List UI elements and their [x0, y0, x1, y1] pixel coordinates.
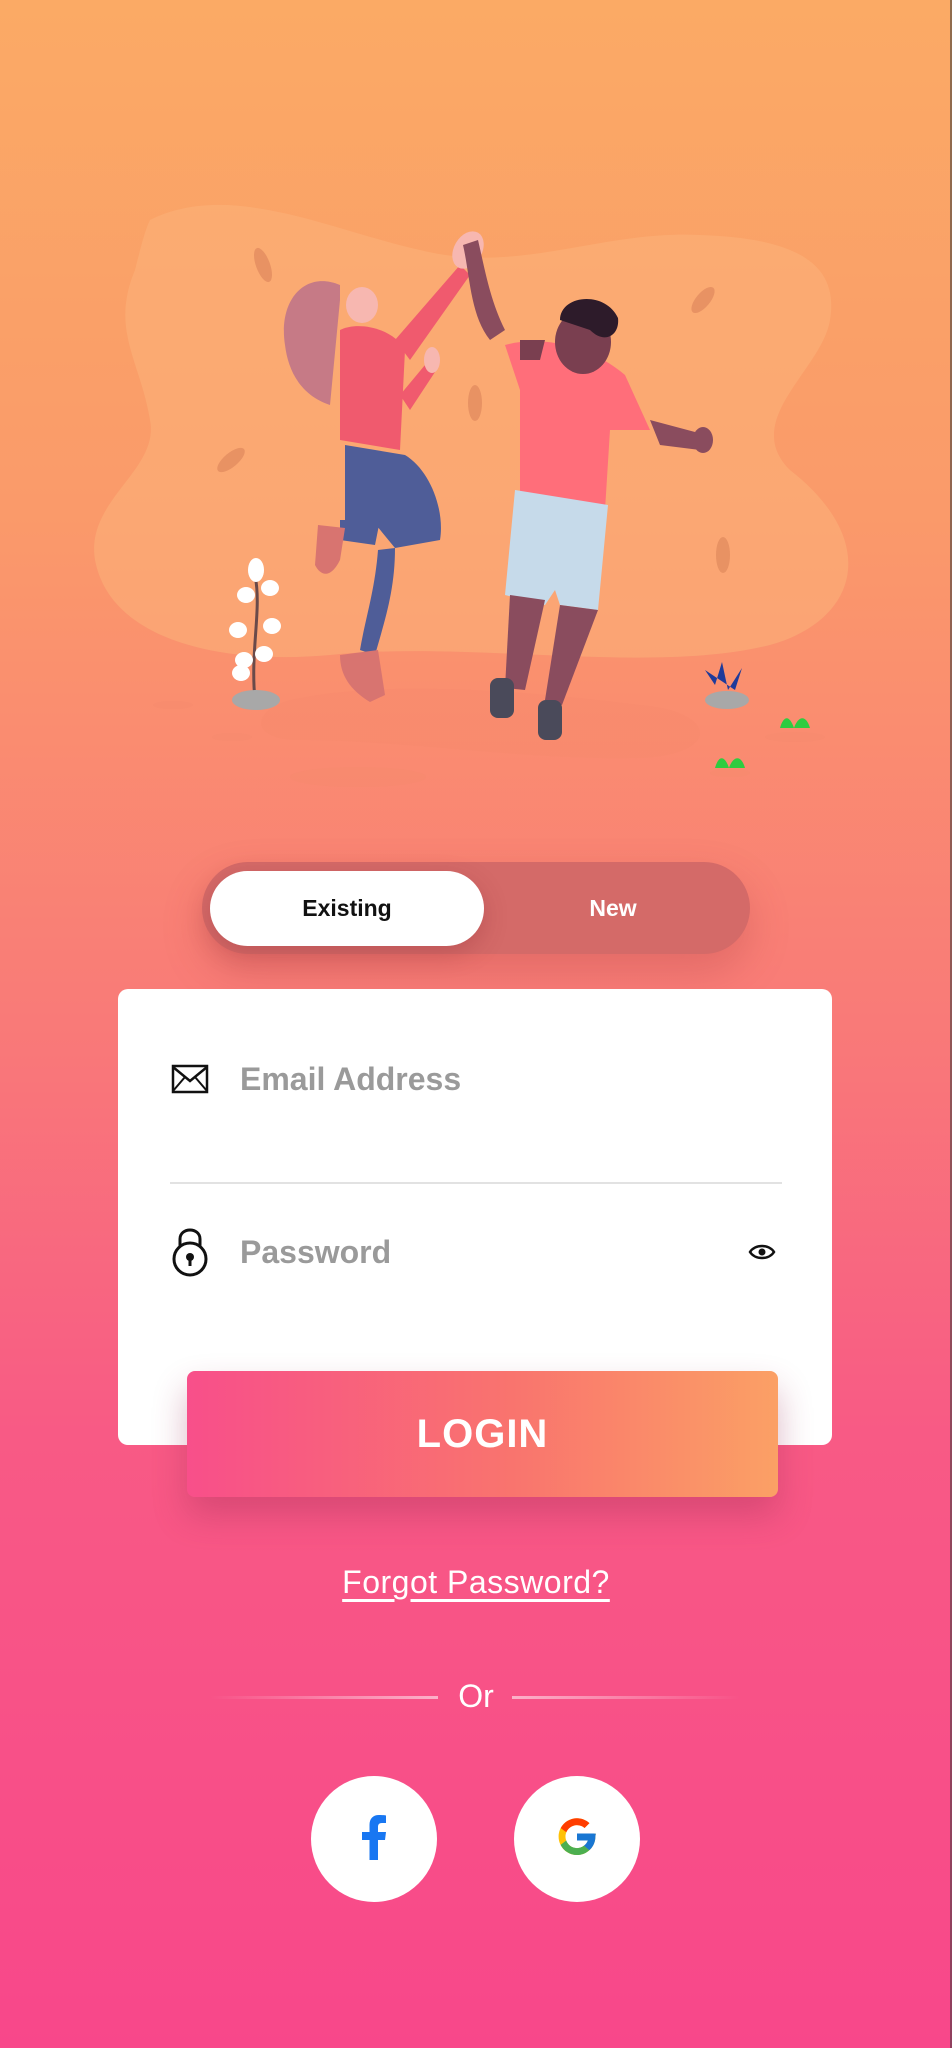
tab-existing[interactable]: Existing: [210, 871, 484, 946]
facebook-icon: [361, 1814, 387, 1865]
auth-mode-toggle: Existing New: [202, 862, 750, 954]
password-field-row: [168, 1222, 782, 1282]
leaf: [716, 537, 730, 573]
tab-new[interactable]: New: [476, 871, 750, 946]
ground-ellipse: [212, 733, 252, 741]
or-line-right: [512, 1696, 740, 1699]
envelope-icon: [168, 1057, 212, 1101]
facebook-login-button[interactable]: [311, 1776, 437, 1902]
google-icon: [554, 1814, 600, 1865]
leaf: [468, 385, 482, 421]
ground-ellipse: [290, 767, 426, 787]
login-button[interactable]: LOGIN: [187, 1371, 778, 1497]
ground-shadow: [261, 688, 700, 759]
padlock-icon: [168, 1228, 212, 1277]
password-input[interactable]: [238, 1232, 742, 1272]
ground-ellipse: [710, 769, 750, 777]
green-sprout: [715, 758, 745, 768]
blue-plant: [705, 662, 742, 690]
ground-ellipse: [765, 732, 825, 742]
eye-icon[interactable]: [742, 1237, 782, 1267]
forgot-password-row: Forgot Password?: [0, 1564, 952, 1601]
google-login-button[interactable]: [514, 1776, 640, 1902]
green-sprout: [780, 718, 810, 728]
rock: [705, 691, 749, 709]
hero-illustration: [94, 204, 849, 787]
email-field-row: [168, 1049, 782, 1109]
email-input[interactable]: [238, 1059, 782, 1099]
or-label: Or: [458, 1678, 494, 1714]
field-divider: [170, 1182, 782, 1184]
or-divider: Or: [0, 1672, 952, 1720]
rock: [232, 690, 280, 710]
forgot-password-link[interactable]: Forgot Password?: [342, 1564, 610, 1600]
ground-ellipse: [153, 701, 193, 709]
